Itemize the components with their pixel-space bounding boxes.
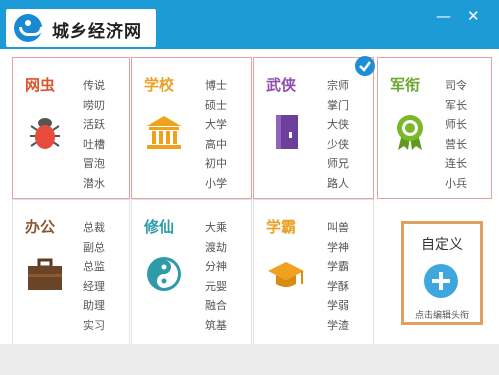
category-title: 学校 [144, 76, 175, 94]
level-item: 大学 [205, 118, 227, 131]
category-title: 军衔 [390, 76, 421, 94]
yin-yang-icon [147, 257, 181, 291]
briefcase-icon [28, 258, 62, 290]
plus-icon[interactable] [424, 264, 458, 298]
level-item: 初中 [205, 157, 227, 170]
logo: 城乡经济网 [6, 9, 156, 47]
minimize-button[interactable]: — [436, 8, 451, 24]
selected-check-icon [355, 56, 375, 76]
category-card-cultivation[interactable]: 修仙 大乘 渡劫 分神 元婴 融合 筑基 [131, 199, 252, 349]
category-card-topstudent[interactable]: 学霸 叫兽 学神 学霸 学酥 学弱 学渣 [253, 199, 374, 349]
level-list: 总裁 副总 总监 经理 助理 实习 [83, 218, 121, 335]
level-item: 冒泡 [83, 157, 105, 170]
logo-text: 城乡经济网 [52, 22, 142, 42]
level-item: 学酥 [327, 279, 349, 293]
close-button[interactable]: ✕ [467, 8, 480, 24]
category-title: 修仙 [144, 218, 175, 236]
level-item: 实习 [83, 318, 105, 332]
category-card-school[interactable]: 学校 博士 硕士 大学 高中 初中 小学 [131, 57, 252, 199]
category-card-office[interactable]: 办公 总裁 副总 总监 经理 助理 实习 [12, 199, 130, 349]
category-title: 学霸 [266, 218, 297, 236]
school-building-icon [147, 116, 181, 149]
level-item: 小兵 [445, 176, 467, 190]
level-item: 营长 [445, 137, 467, 151]
category-card-netbug[interactable]: 网虫 传说 唠叨 活跃 吐槽 冒泡 潜水 [12, 57, 130, 199]
level-item: 渡劫 [205, 240, 227, 254]
level-item: 博士 [205, 79, 227, 92]
bottom-bar [0, 344, 499, 375]
level-item: 总监 [83, 260, 105, 273]
level-item: 元婴 [205, 279, 227, 293]
title-bar: 城乡经济网 — ✕ [0, 0, 499, 49]
custom-hint: 点击编辑头衔 [414, 311, 469, 321]
level-item: 筑基 [205, 318, 227, 332]
level-item: 学弱 [327, 299, 349, 312]
level-item: 活跃 [83, 118, 105, 131]
level-item: 大乘 [205, 221, 227, 234]
level-item: 师兄 [327, 157, 349, 170]
level-item: 总裁 [83, 221, 105, 234]
level-item: 宗师 [327, 79, 349, 92]
level-item: 助理 [83, 299, 105, 312]
logo-icon [14, 14, 43, 42]
custom-title: 自定义 [421, 237, 463, 253]
level-item: 经理 [83, 279, 105, 293]
level-item: 学渣 [327, 318, 349, 332]
category-title: 武侠 [266, 76, 297, 94]
bug-icon [30, 118, 60, 149]
level-item: 师长 [445, 118, 467, 131]
level-item: 学霸 [327, 260, 349, 273]
level-item: 分神 [205, 260, 227, 273]
level-item: 潜水 [83, 176, 105, 190]
category-card-wuxia[interactable]: 武侠 宗师 掌门 大侠 少侠 师兄 路人 [253, 56, 375, 199]
custom-title-card[interactable]: 自定义 点击编辑头衔 [401, 221, 483, 325]
level-item: 学神 [327, 240, 349, 254]
level-item: 路人 [327, 176, 349, 190]
category-title: 办公 [25, 218, 56, 236]
level-item: 军长 [445, 98, 467, 112]
category-card-military[interactable]: 军衔 司令 军长 师长 营长 连长 小兵 [377, 57, 492, 199]
level-list: 传说 唠叨 活跃 吐槽 冒泡 潜水 [83, 76, 121, 193]
level-item: 连长 [445, 157, 467, 170]
level-item: 高中 [205, 137, 227, 151]
level-list: 博士 硕士 大学 高中 初中 小学 [205, 76, 243, 193]
level-item: 传说 [83, 79, 105, 92]
level-list: 大乘 渡劫 分神 元婴 融合 筑基 [205, 218, 243, 335]
level-item: 融合 [205, 299, 227, 312]
level-item: 少侠 [327, 137, 349, 151]
category-title: 网虫 [25, 76, 56, 94]
level-item: 大侠 [327, 118, 349, 131]
level-item: 副总 [83, 240, 105, 254]
level-item: 掌门 [327, 98, 349, 112]
level-item: 硕士 [205, 98, 227, 112]
level-item: 小学 [205, 176, 227, 190]
book-icon [276, 115, 298, 149]
level-item: 叫兽 [327, 221, 349, 234]
medal-icon [397, 115, 423, 150]
level-item: 吐槽 [83, 137, 105, 151]
level-item: 唠叨 [83, 98, 105, 112]
level-list: 叫兽 学神 学霸 学酥 学弱 学渣 [327, 218, 365, 335]
graduation-cap-icon [268, 262, 304, 287]
level-item: 司令 [445, 79, 467, 92]
level-list: 司令 军长 师长 营长 连长 小兵 [445, 76, 483, 193]
level-list: 宗师 掌门 大侠 少侠 师兄 路人 [327, 76, 365, 193]
